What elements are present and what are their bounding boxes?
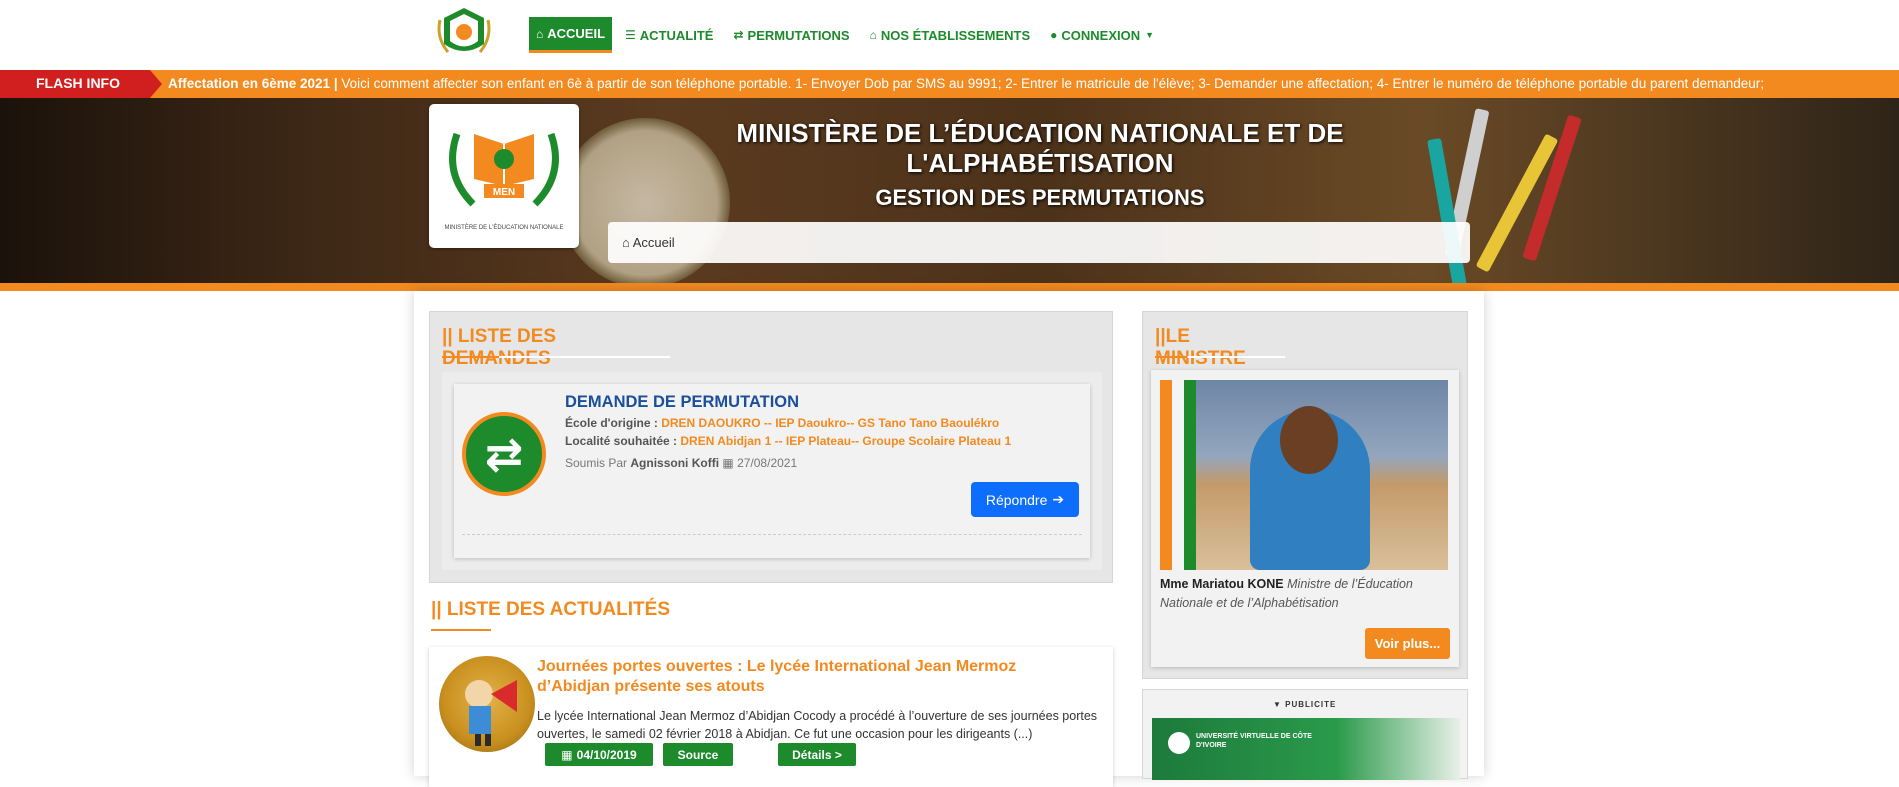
nav-label: PERMUTATIONS: [747, 27, 850, 43]
ministry-logo-text: MEN: [493, 187, 515, 198]
demande-card-wrapper: ⇄ DEMANDE DE PERMUTATION École d'origine…: [442, 372, 1102, 570]
ministry-logo[interactable]: MEN MINISTÈRE DE L'ÉDUCATION NATIONALE: [429, 104, 579, 248]
user-icon: ●: [1050, 28, 1058, 42]
caret-down-icon: ▼: [1145, 30, 1155, 40]
ministry-logo-caption: MINISTÈRE DE L'ÉDUCATION NATIONALE: [444, 225, 564, 231]
flag-stripe-white: [1172, 380, 1184, 570]
ministre-card: Mme Mariatou KONE Ministre de l’Éducatio…: [1151, 370, 1459, 667]
news-thumbnail[interactable]: [439, 656, 535, 752]
ministre-panel: ||LE MINISTRE Mme Mariatou KONE Ministre…: [1142, 311, 1468, 679]
publicite-label: ▼ PUBLICITE: [1273, 700, 1336, 709]
reply-button[interactable]: Répondre ➔: [971, 482, 1079, 517]
demande-date: 27/08/2021: [737, 456, 798, 470]
breadcrumb: ⌂ Accueil: [608, 222, 1470, 263]
minister-photo[interactable]: [1160, 380, 1448, 570]
banner-bottom-border: [0, 283, 1899, 291]
ministry-emblem-icon: MEN: [449, 132, 559, 207]
main-content: || LISTE DES DEMANDES ⇄ DEMANDE DE PERMU…: [414, 291, 1484, 787]
demandes-panel: || LISTE DES DEMANDES ⇄ DEMANDE DE PERMU…: [429, 311, 1113, 583]
demande-wish-value: DREN Abidjan 1 -- IEP Plateau-- Groupe S…: [680, 434, 1012, 448]
demande-submitted-by: Agnissoni Koffi: [630, 456, 720, 470]
nav-accueil[interactable]: ⌂ ACCUEIL: [529, 17, 613, 53]
news-date: 04/10/2019: [576, 747, 637, 762]
nav-connexion[interactable]: ● CONNEXION ▼: [1043, 17, 1161, 53]
demande-wish-label: Localité souhaitée :: [565, 434, 678, 448]
calendar-icon: ▦: [561, 747, 573, 762]
flash-info-text[interactable]: Affectation en 6ème 2021 | Voici comment…: [168, 70, 1764, 98]
nav-actualite[interactable]: ☰ ACTUALITÉ: [618, 17, 720, 53]
caret-down-icon: ▼: [1273, 700, 1286, 709]
publicite-banner[interactable]: UNIVERSITÉ VIRTUELLE DE CÔTE D'IVOIRE: [1152, 718, 1460, 780]
nav-label: NOS ÉTABLISSEMENTS: [880, 27, 1031, 43]
demande-wish: Localité souhaitée : DREN Abidjan 1 -- I…: [565, 434, 1011, 448]
source-button[interactable]: Source: [663, 743, 733, 766]
flash-info-bar: FLASH INFO Affectation en 6ème 2021 | Vo…: [0, 70, 1899, 98]
demande-meta: Soumis Par Agnissoni Koffi ▦ 27/08/2021: [565, 456, 797, 470]
demande-origin-label: École d'origine :: [565, 416, 658, 430]
news-text: Le lycée International Jean Mermoz d’Abi…: [537, 709, 1098, 741]
voir-plus-button[interactable]: Voir plus...: [1365, 628, 1450, 659]
section-underline: [442, 356, 670, 358]
flash-info-message: Voici comment affecter son enfant en 6è …: [337, 76, 1765, 91]
details-button[interactable]: Détails >: [778, 743, 856, 766]
nav-etablissements[interactable]: ⌂ NOS ÉTABLISSEMENTS: [863, 17, 1038, 53]
minister-head: [1280, 406, 1338, 474]
actualites-section-title: || LISTE DES ACTUALITÉS: [431, 599, 671, 631]
demande-title[interactable]: DEMANDE DE PERMUTATION: [565, 393, 799, 412]
list-icon: ☰: [625, 28, 636, 42]
demande-submitted-prefix: Soumis Par: [565, 456, 628, 470]
section-underline: [431, 629, 671, 631]
minister-name: Mme Mariatou KONE: [1160, 577, 1284, 591]
uvci-logo-icon: [1168, 732, 1190, 754]
flash-info-bold: Affectation en 6ème 2021 |: [168, 76, 338, 91]
details-button-label: Détails >: [792, 747, 842, 762]
flag-stripe-green: [1184, 380, 1196, 570]
demande-card: ⇄ DEMANDE DE PERMUTATION École d'origine…: [454, 384, 1090, 558]
actualites-section-title-text: || LISTE DES ACTUALITÉS: [431, 599, 670, 620]
ministre-section-title: ||LE MINISTRE: [1155, 326, 1285, 370]
nav-label: ACTUALITÉ: [639, 27, 714, 43]
card-divider: [462, 534, 1082, 535]
demandes-section-title: || LISTE DES DEMANDES: [442, 326, 670, 370]
section-underline: [1155, 356, 1285, 358]
nav-label: CONNEXION: [1061, 27, 1141, 43]
flash-info-label: FLASH INFO: [0, 70, 162, 98]
minister-caption: Mme Mariatou KONE Ministre de l’Éducatio…: [1160, 575, 1450, 613]
breadcrumb-home-link[interactable]: Accueil: [633, 235, 675, 250]
news-card: Journées portes ouvertes : Le lycée Inte…: [429, 647, 1113, 787]
main-nav: ⌂ ACCUEIL ☰ ACTUALITÉ ⇄ PERMUTATIONS ⌂ N…: [529, 17, 1167, 53]
page-subtitle: GESTION DES PERMUTATIONS: [875, 185, 1205, 210]
exchange-icon: ⇄: [733, 28, 744, 42]
nav-permutations[interactable]: ⇄ PERMUTATIONS: [726, 17, 856, 53]
home-icon: ⌂: [536, 26, 544, 41]
publicite-panel: ▼ PUBLICITE UNIVERSITÉ VIRTUELLE DE CÔTE…: [1142, 689, 1468, 780]
exchange-icon: ⇄: [462, 412, 546, 496]
publicite-banner-text: UNIVERSITÉ VIRTUELLE DE CÔTE D'IVOIRE: [1196, 733, 1312, 749]
arrow-circle-right-icon: ➔: [1052, 491, 1065, 507]
home-icon: ⌂: [622, 235, 633, 250]
news-date-badge: ▦ 04/10/2019: [545, 743, 653, 766]
demande-origin-value: DREN DAOUKRO -- IEP Daoukro-- GS Tano Ta…: [661, 416, 1000, 430]
calendar-icon: ▦: [722, 456, 734, 470]
megaphone-icon: [465, 680, 517, 746]
institution-icon: ⌂: [869, 28, 877, 42]
voir-plus-label: Voir plus...: [1374, 636, 1441, 651]
demande-origin: École d'origine : DREN DAOUKRO -- IEP Da…: [565, 416, 999, 430]
nav-label: ACCUEIL: [547, 26, 606, 41]
flag-stripe-orange: [1160, 380, 1172, 570]
top-navbar: ⌂ ACCUEIL ☰ ACTUALITÉ ⇄ PERMUTATIONS ⌂ N…: [0, 0, 1899, 70]
coat-of-arms-logo[interactable]: [434, 4, 494, 60]
demandes-section-title-text: || LISTE DES DEMANDES: [442, 326, 557, 369]
source-button-label: Source: [677, 747, 719, 762]
ministre-section-title-text: ||LE MINISTRE: [1155, 326, 1246, 369]
page-title: MINISTÈRE DE L’ÉDUCATION NATIONALE ET DE…: [736, 118, 1344, 178]
publicite-label-text: PUBLICITE: [1285, 700, 1337, 709]
news-title[interactable]: Journées portes ouvertes : Le lycée Inte…: [537, 657, 1077, 697]
reply-button-label: Répondre: [985, 491, 1048, 508]
